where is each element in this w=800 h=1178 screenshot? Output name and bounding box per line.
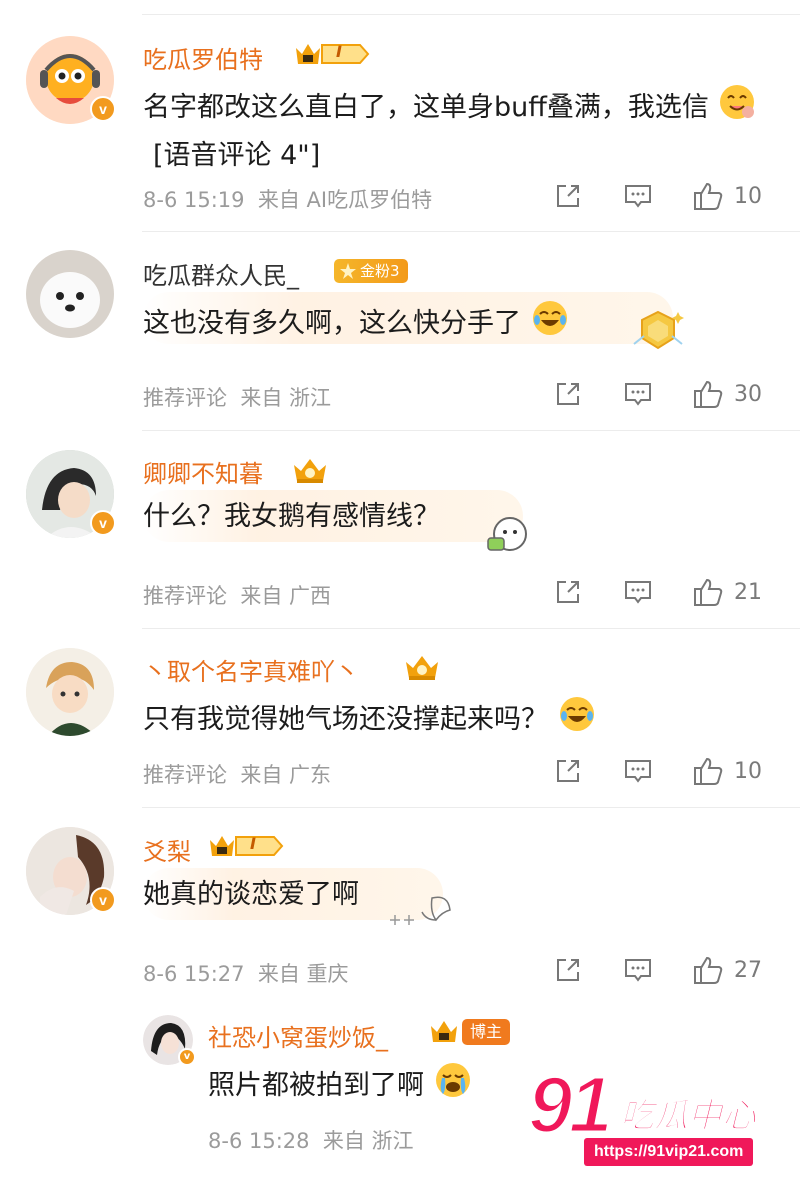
gold-fan-sticker-icon <box>630 306 686 360</box>
tears-of-joy-emoji-icon <box>530 298 570 351</box>
like-count: 10 <box>734 758 762 784</box>
divider <box>142 231 800 232</box>
divider <box>142 628 800 629</box>
comment-text: 什么？我女鹅有感情线？ <box>143 501 440 532</box>
comment-icon[interactable] <box>618 755 658 787</box>
commenter-name[interactable]: 吃瓜罗伯特 <box>143 40 263 75</box>
tears-of-joy-emoji-icon <box>557 694 597 747</box>
verified-badge-icon: v <box>90 96 116 122</box>
butterfly-sticker-icon <box>386 890 458 934</box>
comment-actions: 21 <box>548 576 770 608</box>
comment-meta: 8-6 15:19 来自 AI吃瓜罗伯特 <box>143 188 433 212</box>
comment-icon[interactable] <box>618 576 658 608</box>
avatar[interactable]: v <box>26 450 116 538</box>
blogger-badge: 博主 <box>428 1018 511 1046</box>
comment-actions: 10 <box>548 755 770 787</box>
like-icon[interactable] <box>688 755 728 787</box>
crown-level-badge: I <box>292 40 370 68</box>
comment-icon[interactable] <box>618 378 658 410</box>
share-icon[interactable] <box>548 954 588 986</box>
top-divider <box>142 14 800 15</box>
avatar[interactable]: v <box>26 36 116 124</box>
comment-icon[interactable] <box>618 954 658 986</box>
verified-badge-icon: v <box>178 1048 196 1066</box>
commenter-name[interactable]: 卿卿不知暮 <box>143 454 263 489</box>
reply-meta: 8-6 15:28 来自 浙江 <box>208 1129 414 1153</box>
like-icon[interactable] <box>688 180 728 212</box>
watermark-number: 91 <box>527 1060 615 1149</box>
like-count: 10 <box>734 183 762 209</box>
comment-meta: 推荐评论 来自 浙江 <box>143 386 332 410</box>
reply-avatar[interactable]: v <box>143 1015 196 1066</box>
crown-level-badge: I <box>206 832 284 860</box>
watermark-url: https://91vip21.com <box>584 1138 754 1166</box>
verified-badge-icon: v <box>90 887 116 913</box>
divider <box>142 430 800 431</box>
like-icon[interactable] <box>688 954 728 986</box>
yummy-face-emoji-icon <box>717 82 757 135</box>
crying-face-emoji-icon <box>433 1060 473 1113</box>
comment-meta: 8-6 15:27 来自 重庆 <box>143 962 349 986</box>
like-count: 27 <box>734 957 762 983</box>
avatar[interactable] <box>26 250 114 338</box>
comment-text: 只有我觉得她气场还没撑起来吗？ <box>143 694 770 747</box>
like-count: 21 <box>734 579 762 605</box>
share-icon[interactable] <box>548 755 588 787</box>
share-icon[interactable] <box>548 576 588 608</box>
watermark-title: 吃瓜中心 <box>620 1096 757 1137</box>
avatar[interactable] <box>26 648 114 736</box>
comment-actions: 30 <box>548 378 770 410</box>
avatar[interactable]: v <box>26 827 116 915</box>
comment-text: 名字都改这么直白了，这单身buff叠满，我选信 [语音评论 4"] <box>143 82 763 177</box>
comment-meta: 推荐评论 来自 广东 <box>143 763 332 787</box>
comment-meta: 推荐评论 来自 广西 <box>143 584 332 608</box>
crown-icon <box>402 652 442 682</box>
gold-fan-badge: 金粉3 <box>334 259 408 283</box>
cartoon-sticker-icon <box>484 510 532 560</box>
like-icon[interactable] <box>688 378 728 410</box>
commenter-name[interactable]: 丶取个名字真难吖丶 <box>143 652 359 687</box>
divider <box>142 807 800 808</box>
replier-name[interactable]: 社恐小窝蛋炒饭_ <box>208 1018 388 1053</box>
like-icon[interactable] <box>688 576 728 608</box>
share-icon[interactable] <box>548 378 588 410</box>
like-count: 30 <box>734 381 762 407</box>
commenter-name[interactable]: 爻梨 <box>143 832 191 867</box>
comment-actions: 27 <box>548 954 770 986</box>
commenter-name[interactable]: 吃瓜群众人民_ <box>143 256 299 291</box>
comment-actions: 10 <box>548 180 770 212</box>
verified-badge-icon: v <box>90 510 116 536</box>
comment-icon[interactable] <box>618 180 658 212</box>
crown-icon <box>290 455 330 485</box>
share-icon[interactable] <box>548 180 588 212</box>
watermark-logo: 91 吃瓜中心 https://91vip21.com <box>520 1060 790 1172</box>
